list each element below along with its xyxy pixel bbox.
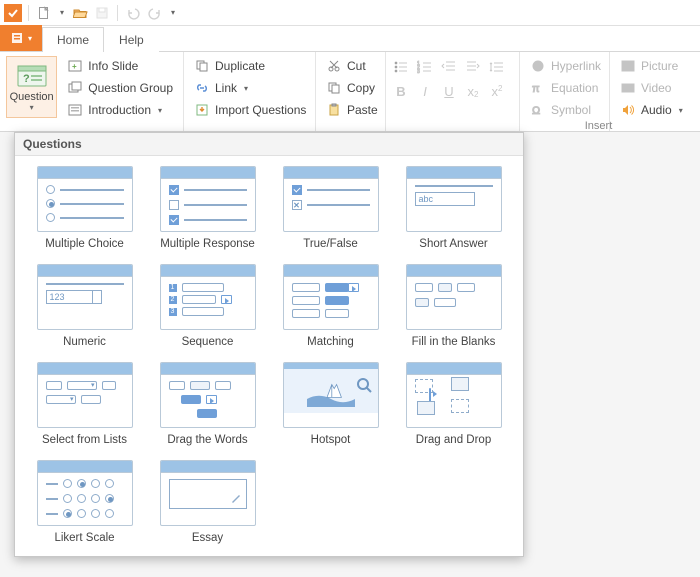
question-caret-icon: ▾ bbox=[30, 103, 34, 112]
info-slide-button[interactable]: + Info Slide bbox=[63, 56, 177, 76]
insert-group-label: Insert bbox=[560, 120, 637, 132]
indent-button[interactable] bbox=[464, 58, 482, 76]
svg-text:+: + bbox=[72, 62, 77, 71]
question-type-drag-drop[interactable]: Drag and Drop bbox=[392, 362, 515, 446]
link-button[interactable]: Link ▾ bbox=[190, 78, 310, 98]
undo-icon[interactable] bbox=[124, 4, 142, 22]
info-slide-icon: + bbox=[67, 58, 83, 74]
quick-access-toolbar: ▾ ▾ bbox=[0, 0, 700, 26]
outdent-button[interactable] bbox=[440, 58, 458, 76]
equation-button[interactable]: π Equation bbox=[526, 78, 605, 98]
question-type-hotspot[interactable]: Hotspot bbox=[269, 362, 392, 446]
hyperlink-button[interactable]: Hyperlink bbox=[526, 56, 605, 76]
tab-help-label: Help bbox=[119, 33, 144, 47]
import-icon bbox=[194, 102, 210, 118]
question-type-select-lists[interactable]: ▾ ▾ Select from Lists bbox=[23, 362, 146, 446]
questions-panel: Questions Multiple Choice Multiple Respo… bbox=[14, 132, 524, 557]
question-type-sequence[interactable]: 1 2 3 Sequence bbox=[146, 264, 269, 348]
audio-label: Audio bbox=[641, 103, 672, 117]
link-icon bbox=[194, 80, 210, 96]
duplicate-button[interactable]: Duplicate bbox=[190, 56, 310, 76]
paste-label: Paste bbox=[347, 103, 378, 117]
svg-text:3: 3 bbox=[417, 69, 420, 74]
picture-label: Picture bbox=[641, 59, 678, 73]
hyperlink-label: Hyperlink bbox=[551, 59, 601, 73]
video-label: Video bbox=[641, 81, 671, 95]
qat-customize[interactable]: ▾ bbox=[168, 8, 178, 17]
link-label: Link bbox=[215, 81, 237, 95]
ribbon-tabs: ▾ Home Help bbox=[0, 26, 700, 52]
bullets-button[interactable] bbox=[392, 58, 410, 76]
numbering-button[interactable]: 123 bbox=[416, 58, 434, 76]
audio-icon bbox=[620, 102, 636, 118]
question-group-label: Question Group bbox=[88, 81, 173, 95]
question-type-likert[interactable]: Likert Scale bbox=[23, 460, 146, 544]
app-icon[interactable] bbox=[4, 4, 22, 22]
question-icon: ? bbox=[16, 63, 48, 91]
question-group-icon bbox=[67, 80, 83, 96]
question-type-true-false[interactable]: ✕ True/False bbox=[269, 166, 392, 250]
question-button[interactable]: ? Question ▾ bbox=[6, 56, 57, 118]
tab-home[interactable]: Home bbox=[42, 27, 104, 52]
save-icon[interactable] bbox=[93, 4, 111, 22]
question-group-button[interactable]: Question Group bbox=[63, 78, 177, 98]
question-type-multiple-response[interactable]: Multiple Response bbox=[146, 166, 269, 250]
questions-panel-title: Questions bbox=[15, 133, 523, 156]
bold-button[interactable]: B bbox=[392, 82, 410, 100]
italic-button[interactable]: I bbox=[416, 82, 434, 100]
new-file-icon[interactable] bbox=[35, 4, 53, 22]
equation-icon: π bbox=[530, 80, 546, 96]
svg-text:Ω: Ω bbox=[532, 105, 540, 117]
underline-button[interactable]: U bbox=[440, 82, 458, 100]
question-type-essay[interactable]: Essay bbox=[146, 460, 269, 544]
superscript-button[interactable]: x2 bbox=[488, 82, 506, 100]
paste-icon bbox=[326, 102, 342, 118]
question-type-short-answer[interactable]: abc Short Answer bbox=[392, 166, 515, 250]
duplicate-label: Duplicate bbox=[215, 59, 265, 73]
equation-label: Equation bbox=[551, 81, 598, 95]
introduction-icon bbox=[67, 102, 83, 118]
copy-button[interactable]: Copy bbox=[322, 78, 382, 98]
open-icon[interactable] bbox=[71, 4, 89, 22]
introduction-label: Introduction bbox=[88, 103, 151, 117]
audio-button[interactable]: Audio ▾ bbox=[616, 100, 687, 120]
subscript-button[interactable]: x2 bbox=[464, 82, 482, 100]
redo-icon[interactable] bbox=[146, 4, 164, 22]
new-file-dropdown[interactable]: ▾ bbox=[57, 8, 67, 17]
symbol-button[interactable]: Ω Symbol bbox=[526, 100, 605, 120]
video-button[interactable]: Video bbox=[616, 78, 687, 98]
question-type-matching[interactable]: Matching bbox=[269, 264, 392, 348]
duplicate-icon bbox=[194, 58, 210, 74]
line-spacing-button[interactable] bbox=[488, 58, 506, 76]
picture-button[interactable]: Picture bbox=[616, 56, 687, 76]
ribbon: ? Question ▾ + Info Slide Question Group… bbox=[0, 52, 700, 132]
question-type-multiple-choice[interactable]: Multiple Choice bbox=[23, 166, 146, 250]
import-questions-button[interactable]: Import Questions bbox=[190, 100, 310, 120]
info-slide-label: Info Slide bbox=[88, 59, 138, 73]
hyperlink-icon bbox=[530, 58, 546, 74]
symbol-label: Symbol bbox=[551, 103, 591, 117]
cut-icon bbox=[326, 58, 342, 74]
import-questions-label: Import Questions bbox=[215, 103, 306, 117]
question-button-label: Question bbox=[10, 91, 54, 103]
copy-icon bbox=[326, 80, 342, 96]
file-tab[interactable]: ▾ bbox=[0, 25, 42, 51]
tab-home-label: Home bbox=[57, 33, 89, 47]
question-type-numeric[interactable]: 123 Numeric bbox=[23, 264, 146, 348]
copy-label: Copy bbox=[347, 81, 375, 95]
question-type-drag-words[interactable]: Drag the Words bbox=[146, 362, 269, 446]
video-icon bbox=[620, 80, 636, 96]
cut-button[interactable]: Cut bbox=[322, 56, 382, 76]
svg-text:π: π bbox=[532, 83, 540, 95]
tab-help[interactable]: Help bbox=[104, 27, 159, 52]
introduction-button[interactable]: Introduction ▾ bbox=[63, 100, 177, 120]
cut-label: Cut bbox=[347, 59, 366, 73]
svg-text:?: ? bbox=[23, 73, 30, 85]
picture-icon bbox=[620, 58, 636, 74]
paste-button[interactable]: Paste bbox=[322, 100, 382, 120]
symbol-icon: Ω bbox=[530, 102, 546, 118]
question-type-fill-blanks[interactable]: Fill in the Blanks bbox=[392, 264, 515, 348]
